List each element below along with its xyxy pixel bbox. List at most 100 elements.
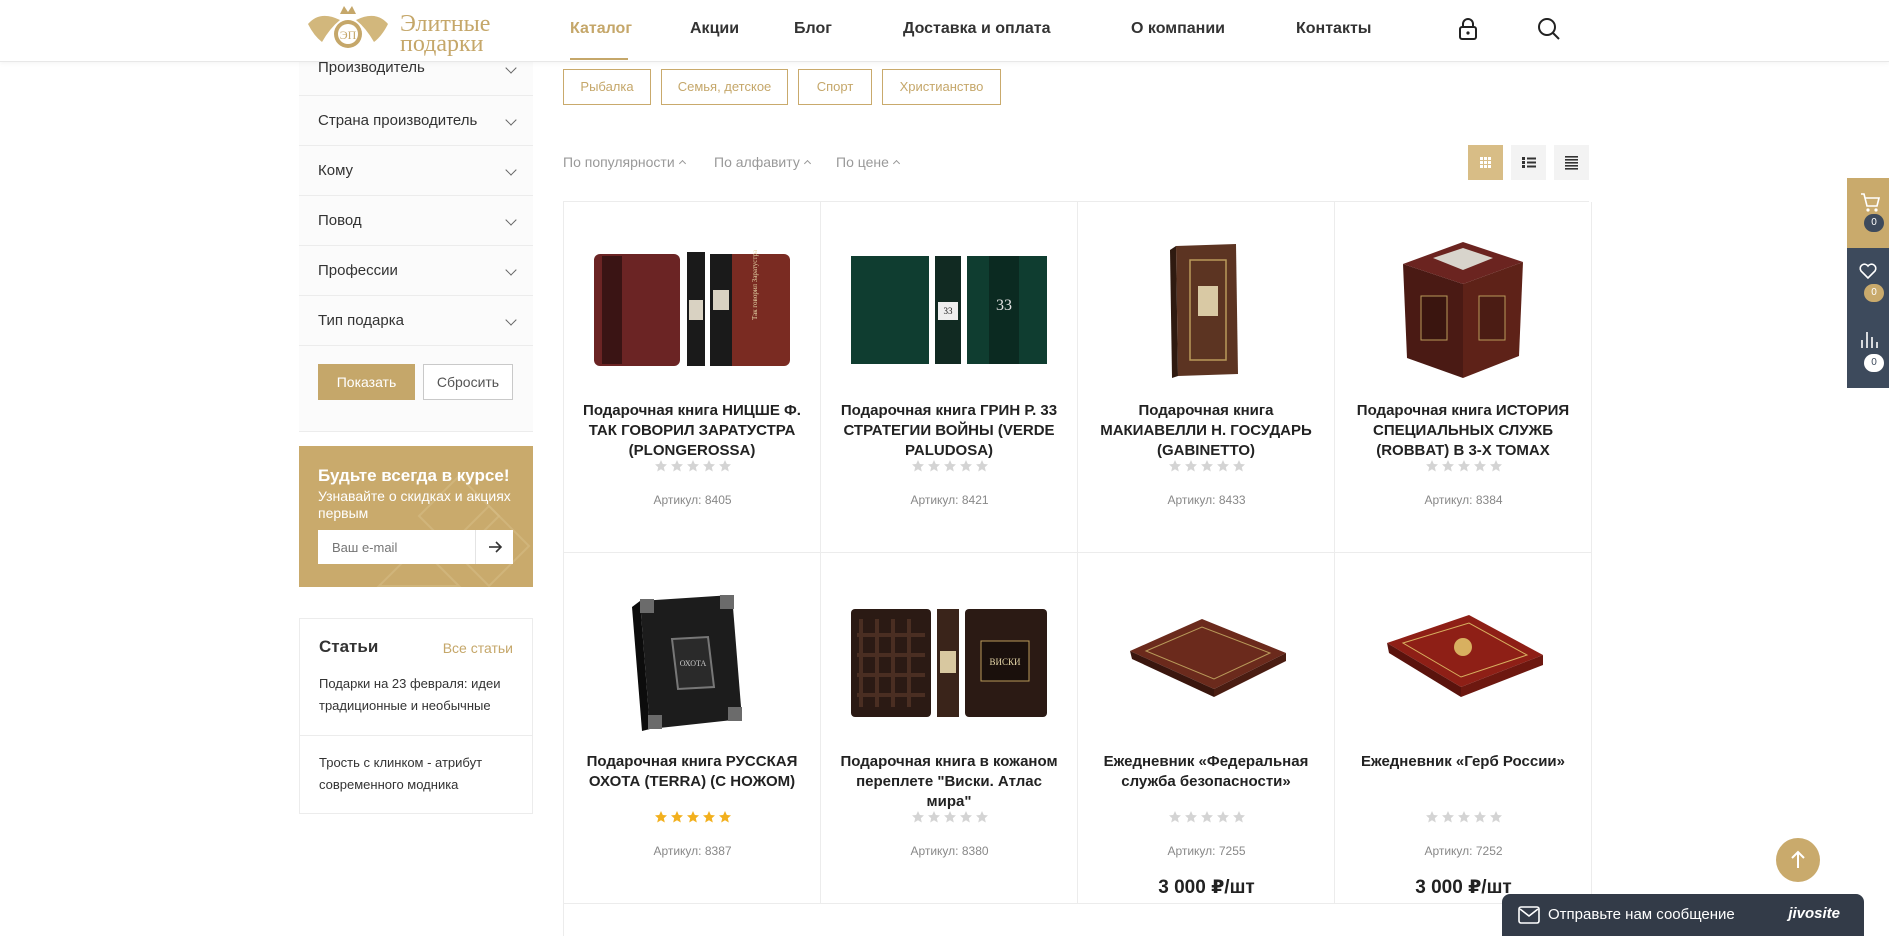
rating-stars	[912, 811, 988, 823]
chat-widget[interactable]: Отправьте нам сообщение jivosite	[1502, 894, 1864, 936]
product-image[interactable]	[1106, 591, 1306, 731]
caret-up-icon	[892, 159, 900, 168]
nav-about[interactable]: О компании	[1131, 20, 1225, 38]
product-image[interactable]	[1363, 591, 1563, 731]
svg-text:33: 33	[996, 297, 1012, 314]
product-image[interactable]: Так говорил Заратустра	[592, 240, 792, 380]
rating-stars	[1169, 460, 1245, 472]
grid-view-button[interactable]	[1468, 145, 1503, 180]
rating-stars	[1169, 811, 1245, 823]
compare-button[interactable]: 0	[1847, 318, 1889, 388]
nav-blog[interactable]: Блог	[794, 20, 832, 38]
show-button[interactable]: Показать	[318, 364, 415, 400]
filter-occasion[interactable]: Повод	[299, 196, 533, 246]
floating-side-panel: 0 0 0	[1847, 178, 1889, 388]
article-link[interactable]: Трость с клинком - атрибут современного …	[319, 752, 519, 796]
rating-stars	[1426, 460, 1502, 472]
chevron-down-icon	[505, 264, 517, 276]
product-sku: Артикул: 8380	[910, 844, 989, 858]
filter-country[interactable]: Страна производитель	[299, 96, 533, 146]
product-title[interactable]: Подарочная книга РУССКАЯ ОХОТА (TERRA) (…	[576, 752, 808, 792]
nav-active-underline	[570, 58, 628, 60]
tag-family[interactable]: Семья, детское	[661, 69, 788, 105]
product-title[interactable]: Подарочная книга НИЦШЕ Ф. ТАК ГОВОРИЛ ЗА…	[576, 401, 808, 461]
product-sku: Артикул: 8421	[910, 493, 989, 507]
nav-catalog[interactable]: Каталог	[570, 20, 632, 38]
product-image[interactable]: 33 33	[849, 240, 1049, 380]
filter-profession[interactable]: Профессии	[299, 246, 533, 296]
nav-promotions[interactable]: Акции	[690, 20, 739, 38]
product-sku: Артикул: 8405	[653, 493, 732, 507]
product-card[interactable]: 33 33 Подарочная книга ГРИН Р. 33 СТРАТЕ…	[821, 202, 1078, 553]
product-sku: Артикул: 8433	[1167, 493, 1246, 507]
favorites-button[interactable]: 0	[1847, 248, 1889, 318]
svg-text:Так говорил Заратустра: Так говорил Заратустра	[751, 249, 759, 320]
product-card[interactable]: Ежедневник «Герб России» Артикул: 7252 3…	[1335, 553, 1592, 904]
product-card[interactable]: ВИСКИ Подарочная книга в кожаном перепле…	[821, 553, 1078, 904]
subscribe-submit-button[interactable]	[475, 530, 513, 564]
filter-recipient[interactable]: Кому	[299, 146, 533, 196]
divider	[300, 735, 532, 736]
svg-text:ОХОТА: ОХОТА	[680, 659, 707, 668]
list-view-button[interactable]	[1511, 145, 1546, 180]
product-card[interactable]: Так говорил Заратустра Подарочная книга …	[564, 202, 821, 553]
sort-alphabet[interactable]: По алфавиту	[714, 154, 811, 170]
reset-button[interactable]: Сбросить	[423, 364, 513, 400]
product-card[interactable]: ОХОТА Подарочная книга РУССКАЯ ОХОТА (TE…	[564, 553, 821, 904]
product-grid: Так говорил Заратустра Подарочная книга …	[563, 201, 1592, 936]
product-title[interactable]: Подарочная книга в кожаном переплете "Ви…	[833, 752, 1065, 812]
tag-fishing[interactable]: Рыбалка	[563, 69, 651, 105]
tag-sport[interactable]: Спорт	[798, 69, 872, 105]
article-link[interactable]: Подарки на 23 февраля: идеи традиционные…	[319, 673, 519, 717]
site-logo[interactable]: ЭП Элитные подарки	[300, 2, 500, 58]
all-articles-link[interactable]: Все статьи	[443, 640, 513, 656]
filter-manufacturer[interactable]: Производитель	[299, 60, 533, 96]
product-sku: Артикул: 8384	[1424, 493, 1503, 507]
sort-popularity[interactable]: По популярности	[563, 154, 686, 170]
lock-icon[interactable]	[1455, 16, 1481, 42]
rating-stars	[912, 460, 988, 472]
rating-stars	[655, 460, 731, 472]
svg-text:ВИСКИ: ВИСКИ	[989, 657, 1021, 667]
filter-sidebar: Производитель Страна производитель Кому …	[299, 60, 533, 432]
product-title[interactable]: Подарочная книга ИСТОРИЯ СПЕЦИАЛЬНЫХ СЛУ…	[1347, 401, 1579, 461]
chat-label[interactable]: Отправьте нам сообщение	[1548, 906, 1735, 923]
product-title[interactable]: Ежедневник «Федеральная служба безопасно…	[1090, 752, 1322, 792]
compare-count-badge: 0	[1864, 354, 1884, 372]
logo-emblem-icon: ЭП	[308, 6, 388, 48]
product-image[interactable]	[1363, 240, 1563, 380]
nav-contacts[interactable]: Контакты	[1296, 20, 1371, 38]
chevron-down-icon	[505, 214, 517, 226]
table-view-button[interactable]	[1554, 145, 1589, 180]
subscribe-text: Узнавайте о скидках и акциях первым	[318, 488, 511, 521]
product-card[interactable]: Подарочная книга МАКИАВЕЛЛИ Н. ГОСУДАРЬ …	[1078, 202, 1335, 553]
product-image[interactable]	[1106, 240, 1306, 380]
cart-button[interactable]: 0	[1847, 178, 1889, 248]
table-view-icon	[1565, 156, 1578, 170]
product-sku: Артикул: 8387	[653, 844, 732, 858]
list-view-icon	[1522, 157, 1536, 168]
product-title[interactable]: Подарочная книга МАКИАВЕЛЛИ Н. ГОСУДАРЬ …	[1090, 401, 1322, 461]
chat-brand: jivosite	[1788, 905, 1840, 922]
rating-stars	[655, 811, 731, 823]
chevron-down-icon	[505, 62, 517, 74]
product-card[interactable]: Ежедневник «Федеральная служба безопасно…	[1078, 553, 1335, 904]
search-icon[interactable]	[1536, 16, 1562, 42]
site-header: ЭП Элитные подарки Каталог Акции Блог До…	[0, 0, 1889, 62]
subscribe-box: Будьте всегда в курсе! Узнавайте о скидк…	[299, 446, 533, 587]
nav-delivery[interactable]: Доставка и оплата	[903, 20, 1051, 38]
tag-christianity[interactable]: Христианство	[882, 69, 1001, 105]
caret-up-icon	[678, 159, 686, 168]
product-title[interactable]: Подарочная книга ГРИН Р. 33 СТРАТЕГИИ ВО…	[833, 401, 1065, 461]
product-card[interactable]: Подарочная книга ИСТОРИЯ СПЕЦИАЛЬНЫХ СЛУ…	[1335, 202, 1592, 553]
filter-gift-type[interactable]: Тип подарка	[299, 296, 533, 346]
product-image[interactable]: ВИСКИ	[849, 591, 1049, 731]
envelope-icon	[1518, 906, 1540, 924]
sort-price[interactable]: По цене	[836, 154, 900, 170]
product-image[interactable]: ОХОТА	[592, 591, 792, 731]
articles-title: Статьи	[319, 637, 379, 656]
favorites-count-badge: 0	[1864, 284, 1884, 302]
articles-box: Статьи Все статьи Подарки на 23 февраля:…	[299, 618, 533, 814]
product-title[interactable]: Ежедневник «Герб России»	[1347, 752, 1579, 772]
scroll-to-top-button[interactable]	[1776, 838, 1820, 882]
